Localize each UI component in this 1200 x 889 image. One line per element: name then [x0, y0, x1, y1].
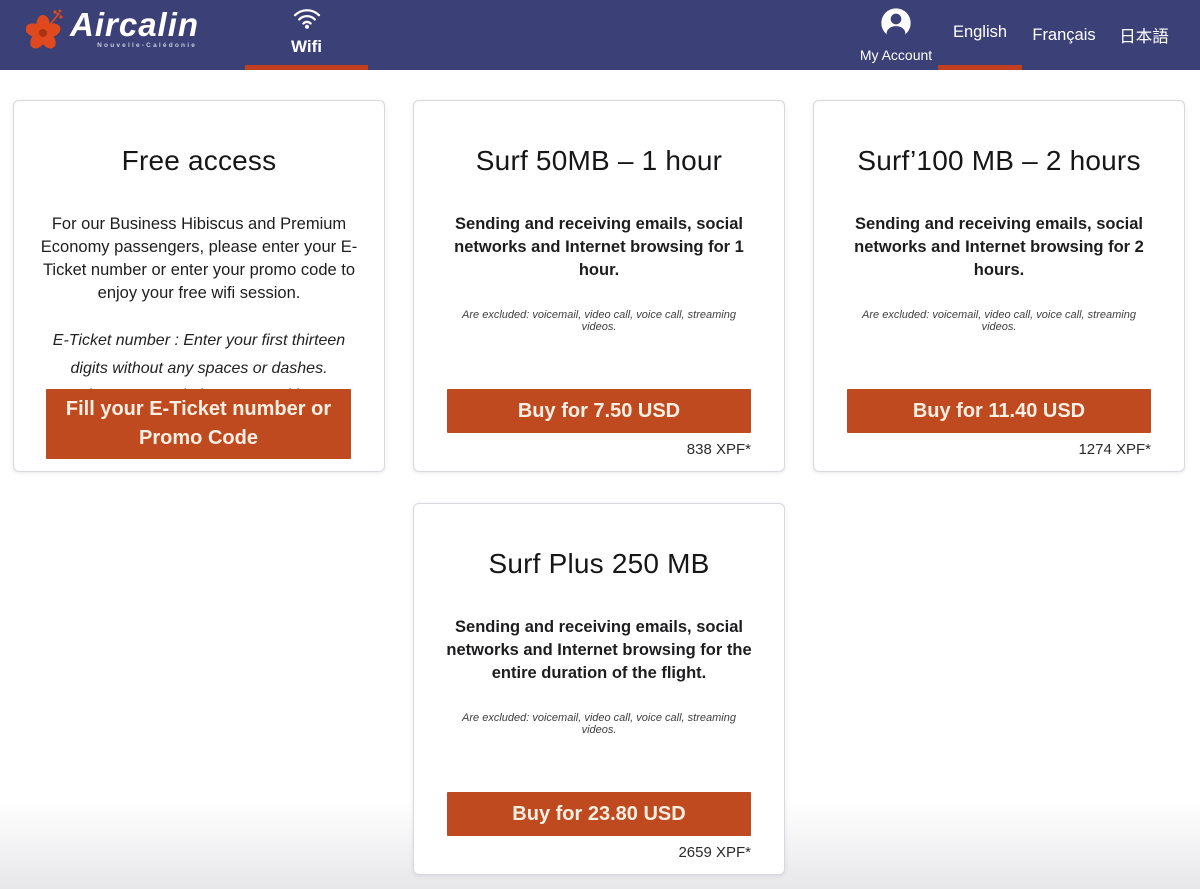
price-xpf: 838 XPF*: [687, 441, 751, 458]
wifi-tab-label: Wifi: [291, 37, 322, 57]
top-navbar: Aircalin Nouvelle-Calédonie Wifi My Acco…: [0, 0, 1200, 70]
card-surf-100mb: Surf’100 MB – 2 hours Sending and receiv…: [813, 100, 1185, 472]
buy-button-50mb[interactable]: Buy for 7.50 USD: [447, 389, 751, 433]
wifi-plans-grid: Free access For our Business Hibiscus an…: [13, 100, 1185, 875]
card-description: For our Business Hibiscus and Premium Ec…: [40, 213, 358, 305]
price-xpf: 2659 XPF*: [678, 844, 751, 861]
language-francais-label: Français: [1032, 26, 1095, 45]
card-surf-50mb: Surf 50MB – 1 hour Sending and receiving…: [413, 100, 785, 472]
card-title: Surf 50MB – 1 hour: [414, 145, 784, 177]
exclusions-note: Are excluded: voicemail, video call, voi…: [444, 712, 754, 736]
account-icon: [880, 7, 912, 44]
card-surf-plus-250mb: Surf Plus 250 MB Sending and receiving e…: [413, 503, 785, 875]
exclusions-note: Are excluded: voicemail, video call, voi…: [844, 309, 1154, 333]
wifi-icon: [293, 8, 321, 34]
aircalin-logo[interactable]: Aircalin Nouvelle-Calédonie: [26, 7, 199, 60]
fill-eticket-button[interactable]: Fill your E-Ticket number or Promo Code: [46, 389, 351, 459]
language-francais[interactable]: Français: [1022, 0, 1106, 70]
buy-button-100mb[interactable]: Buy for 11.40 USD: [847, 389, 1151, 433]
language-japanese-label: 日本語: [1119, 23, 1169, 47]
card-description: Sending and receiving emails, social net…: [440, 616, 758, 685]
card-free-access: Free access For our Business Hibiscus an…: [13, 100, 385, 472]
card-description: Sending and receiving emails, social net…: [440, 213, 758, 282]
brand-tagline: Nouvelle-Calédonie: [97, 42, 197, 49]
language-japanese[interactable]: 日本語: [1108, 0, 1180, 70]
hibiscus-flower-icon: [26, 9, 66, 60]
card-description: Sending and receiving emails, social net…: [840, 213, 1158, 282]
my-account-button[interactable]: My Account: [856, 0, 936, 70]
card-title: Free access: [14, 145, 384, 177]
buy-button-250mb[interactable]: Buy for 23.80 USD: [447, 792, 751, 836]
my-account-label: My Account: [860, 47, 932, 63]
card-title: Surf Plus 250 MB: [414, 548, 784, 580]
brand-name: Aircalin: [70, 7, 199, 43]
card-title: Surf’100 MB – 2 hours: [814, 145, 1184, 177]
language-english-label: English: [953, 23, 1007, 42]
exclusions-note: Are excluded: voicemail, video call, voi…: [444, 309, 754, 333]
price-xpf: 1274 XPF*: [1078, 441, 1151, 458]
instruction-line-1: E-Ticket number : Enter your first thirt…: [32, 327, 366, 382]
tab-wifi[interactable]: Wifi: [245, 0, 368, 70]
language-english[interactable]: English: [938, 0, 1022, 70]
